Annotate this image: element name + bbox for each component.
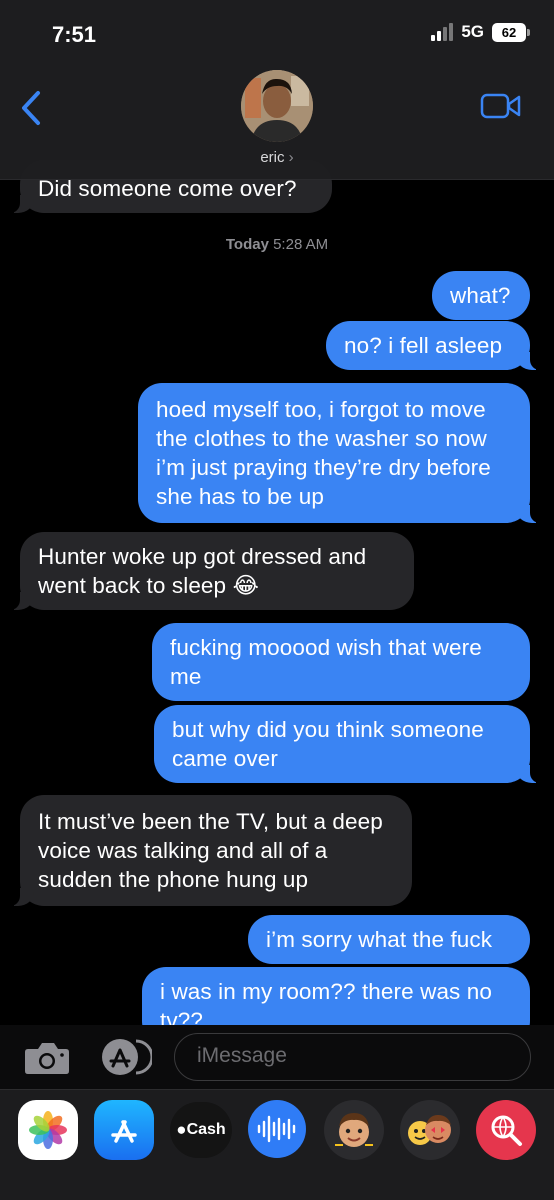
contact-name-button[interactable]: eric › — [0, 149, 554, 166]
message-text: fucking mooood wish that were me — [170, 635, 482, 689]
app-store-glyph — [111, 1120, 137, 1143]
memoji-stickers-faces — [408, 1115, 451, 1145]
status-indicators: 5G 62 — [431, 22, 530, 42]
message-text: i was in my room?? there was no tv?? — [160, 979, 492, 1025]
message-bubble-received[interactable]: Hunter woke up got dressed and went back… — [6, 532, 414, 610]
compose-bar: iMessage — [0, 1025, 554, 1089]
memoji-stickers-icon[interactable] — [400, 1100, 460, 1160]
imessage-input[interactable]: iMessage — [174, 1033, 531, 1081]
camera-icon[interactable] — [22, 1037, 72, 1077]
message-bubble-sent[interactable]: no? i fell asleep — [326, 321, 544, 370]
apple-cash-icon[interactable]: ● Cash — [170, 1102, 232, 1158]
cellular-signal-icon — [431, 23, 454, 41]
message-bubble-received[interactable]: It must’ve been the TV, but a deep voice… — [6, 795, 412, 906]
message-text: what? — [450, 283, 511, 308]
status-time: 7:51 — [52, 22, 97, 47]
message-text: i’m sorry what the fuck — [266, 927, 493, 952]
memoji-face — [335, 1113, 373, 1147]
imessage-app-drawer: ● Cash — [0, 1089, 554, 1200]
message-bubble-sent[interactable]: i was in my room?? there was no tv?? — [142, 967, 530, 1025]
audio-message-icon[interactable] — [248, 1100, 306, 1158]
apple-logo-icon: ● — [176, 1120, 187, 1139]
network-type: 5G — [461, 22, 484, 41]
message-bubble-sent[interactable]: what? — [432, 271, 530, 320]
message-text: no? i fell asleep — [344, 333, 503, 358]
app-store-apps-icon[interactable] — [96, 1037, 152, 1077]
conversation-header: 7:51 5G 62 eric › — [0, 0, 554, 180]
photos-icon[interactable] — [18, 1100, 78, 1160]
facetime-video-icon[interactable] — [480, 92, 522, 120]
back-chevron-icon[interactable] — [18, 88, 48, 128]
globe-search-icon — [491, 1115, 522, 1146]
message-text: It must’ve been the TV, but a deep voice… — [38, 809, 383, 892]
message-bubble-sent[interactable]: hoed myself too, i forgot to move the cl… — [138, 383, 544, 523]
battery-icon: 62 — [492, 22, 530, 42]
waveform-icon — [257, 1115, 296, 1143]
memoji-icon[interactable] — [324, 1100, 384, 1160]
message-text: Hunter woke up got dressed and went back… — [38, 544, 367, 598]
timestamp: Today 5:28 AM — [225, 236, 329, 253]
message-bubble-sent[interactable]: i’m sorry what the fuck — [248, 915, 530, 964]
message-text: hoed myself too, i forgot to move the cl… — [156, 397, 491, 509]
chevron-right-icon: › — [288, 149, 294, 166]
message-bubble-sent[interactable]: fucking mooood wish that were me — [152, 623, 530, 701]
app-store-icon[interactable] — [94, 1100, 154, 1160]
message-bubble-sent[interactable]: but why did you think someone came over — [154, 705, 544, 783]
contact-avatar[interactable] — [241, 70, 313, 142]
photos-flower — [29, 1111, 67, 1149]
message-text: but why did you think someone came over — [172, 717, 484, 771]
search-images-icon[interactable] — [476, 1100, 536, 1160]
avatar-photo — [241, 70, 313, 142]
input-placeholder: iMessage — [197, 1044, 287, 1067]
